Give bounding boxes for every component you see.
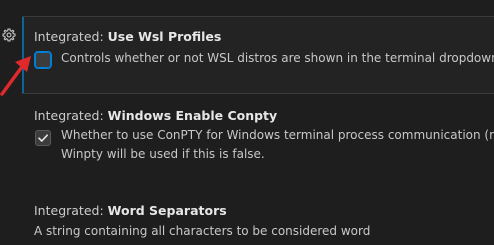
setting-description-line-2: Winpty will be used if this is false. <box>61 147 265 161</box>
setting-title-word-separators: Integrated: Word Separators <box>34 203 227 218</box>
windows-enable-conpty-checkbox[interactable] <box>35 130 51 146</box>
use-wsl-profiles-checkbox[interactable] <box>34 51 52 69</box>
checkmark-icon <box>38 134 48 142</box>
setting-description-word-separators: A string containing all characters to be… <box>34 224 371 238</box>
setting-name: Use Wsl Profiles <box>107 29 222 44</box>
setting-name: Windows Enable Conpty <box>107 108 278 123</box>
setting-name: Word Separators <box>107 203 227 218</box>
setting-title-use-wsl-profiles: Integrated: Use Wsl Profiles <box>34 29 221 44</box>
gear-icon[interactable] <box>2 27 16 42</box>
setting-title-windows-enable-conpty: Integrated: Windows Enable Conpty <box>34 108 277 123</box>
red-arrow-annotation <box>0 56 31 96</box>
setting-description-use-wsl-profiles: Controls whether or not WSL distros are … <box>61 51 494 65</box>
setting-category: Integrated: <box>34 108 108 123</box>
setting-description-line-1: Whether to use ConPTY for Windows termin… <box>61 128 494 142</box>
setting-category: Integrated: <box>34 203 108 218</box>
setting-category: Integrated: <box>34 29 108 44</box>
